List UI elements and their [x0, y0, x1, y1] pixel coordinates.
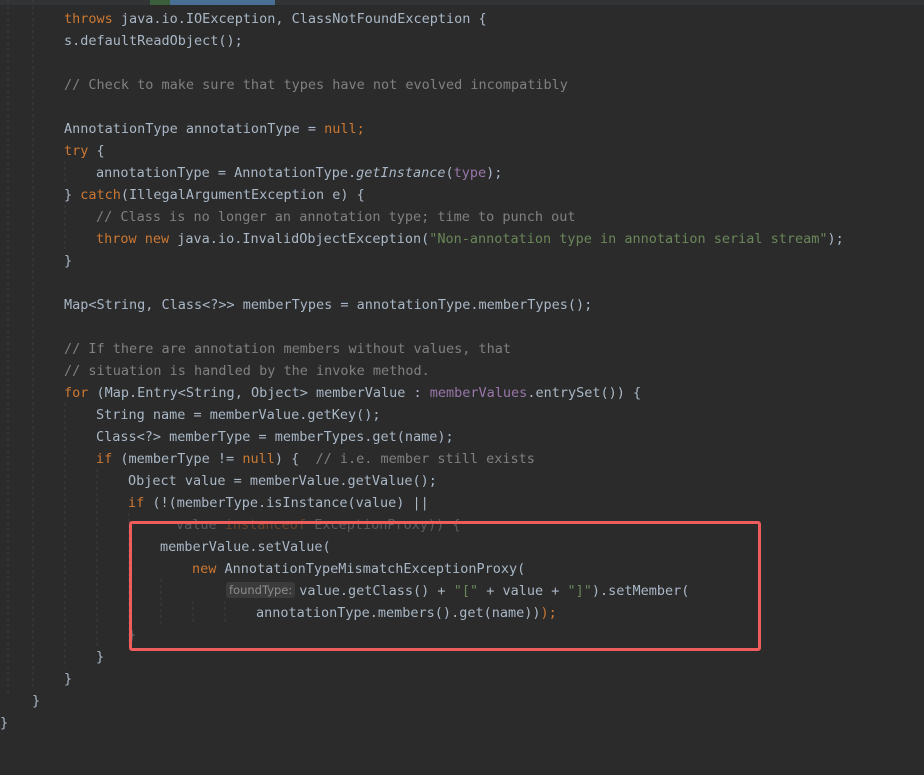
- tab-indicator-green: [150, 0, 172, 5]
- annotation-highlight-box: [129, 521, 761, 651]
- keyword-if: if: [128, 495, 145, 511]
- code-line-get-instance[interactable]: annotationType = AnnotationType.getInsta…: [96, 162, 502, 184]
- code-comment-4[interactable]: // situation is handled by the invoke me…: [64, 360, 430, 382]
- code-text: }: [64, 187, 81, 203]
- code-line-brace-if[interactable]: }: [96, 646, 104, 668]
- string-literal: "Non-annotation type in annotation seria…: [429, 231, 828, 247]
- code-line-2[interactable]: s.defaultReadObject();: [64, 30, 243, 52]
- code-text: );: [827, 231, 844, 247]
- code-line-brace-method[interactable]: }: [32, 690, 40, 712]
- code-text: );: [486, 165, 503, 181]
- code-text: .entrySet()) {: [527, 385, 642, 401]
- editor-tab-strip: [0, 0, 924, 5]
- field-member-values: memberValues: [429, 385, 528, 401]
- keyword-null: null: [242, 451, 275, 467]
- code-text: (IllegalArgumentException e) {: [120, 187, 365, 203]
- code-comment-3[interactable]: // If there are annotation members witho…: [64, 338, 511, 360]
- code-line-try[interactable]: try {: [64, 140, 105, 162]
- keyword-throws: throws: [64, 11, 113, 27]
- code-line-member-types[interactable]: Map<String, Class<?>> memberTypes = anno…: [64, 294, 592, 316]
- keyword-try: try: [64, 143, 89, 159]
- code-line-value[interactable]: Object value = memberValue.getValue();: [128, 470, 437, 492]
- keyword-new: new: [144, 231, 170, 247]
- code-text: }: [96, 649, 105, 665]
- semicolon: ;: [356, 121, 365, 137]
- code-line-for[interactable]: for (Map.Entry<String, Object> memberVal…: [64, 382, 641, 404]
- method-get-instance: getInstance: [356, 165, 446, 181]
- code-text: java.io.IOException, ClassNotFoundExcept…: [112, 11, 487, 27]
- comment-text: // If there are annotation members witho…: [64, 341, 512, 357]
- comment-text: // Class is no longer an annotation type…: [96, 209, 576, 225]
- code-text: }: [32, 693, 41, 709]
- code-text: AnnotationType annotationType =: [64, 121, 325, 137]
- code-text: ) {: [274, 451, 316, 467]
- keyword-for: for: [64, 385, 89, 401]
- comment-text: // Check to make sure that types have no…: [64, 77, 568, 93]
- comment-text: // i.e. member still exists: [315, 451, 535, 467]
- code-text: }: [64, 253, 73, 269]
- code-text: java.io.InvalidObjectException(: [169, 231, 430, 247]
- code-text: String name = memberValue.getKey();: [96, 407, 381, 423]
- code-line-brace-class[interactable]: }: [0, 712, 8, 734]
- keyword-if: if: [96, 451, 113, 467]
- code-text: annotationType = AnnotationType.: [96, 165, 357, 181]
- code-text: Class<?> memberType = memberTypes.get(na…: [96, 429, 454, 445]
- comment-text: // situation is handled by the invoke me…: [64, 363, 430, 379]
- code-text: (!(memberType.isInstance(value) ||: [144, 495, 429, 511]
- code-text: {: [88, 143, 105, 159]
- field-type: type: [453, 165, 487, 181]
- code-text: (Map.Entry<String, Object> memberValue :: [88, 385, 430, 401]
- code-line-name[interactable]: String name = memberValue.getKey();: [96, 404, 380, 426]
- code-line-if-instance[interactable]: if (!(memberType.isInstance(value) ||: [128, 492, 429, 514]
- code-line-catch[interactable]: } catch(IllegalArgumentException e) {: [64, 184, 365, 206]
- code-line-if-null[interactable]: if (memberType != null) { // i.e. member…: [96, 448, 535, 470]
- vertical-scrollbar[interactable]: [916, 5, 924, 775]
- code-line-throw[interactable]: throw new java.io.InvalidObjectException…: [96, 228, 844, 250]
- code-line-brace-for[interactable]: }: [64, 668, 72, 690]
- code-editor[interactable]: throws java.io.IOException, ClassNotFoun…: [0, 0, 924, 775]
- code-comment-2[interactable]: // Class is no longer an annotation type…: [96, 206, 576, 228]
- keyword-throw: throw: [96, 231, 137, 247]
- code-line-1[interactable]: throws java.io.IOException, ClassNotFoun…: [64, 8, 487, 30]
- code-text: }: [64, 671, 73, 687]
- code-text: s.defaultReadObject();: [64, 33, 243, 49]
- code-text: }: [0, 715, 9, 731]
- code-text: Object value = memberValue.getValue();: [128, 473, 437, 489]
- code-text: Map<String, Class<?>> memberTypes = anno…: [64, 297, 593, 313]
- code-text: (: [445, 165, 454, 181]
- code-comment-1[interactable]: // Check to make sure that types have no…: [64, 74, 568, 96]
- tab-indicator-active: [170, 0, 275, 5]
- code-line-annotation-type[interactable]: AnnotationType annotationType = null;: [64, 118, 365, 140]
- keyword-catch: catch: [80, 187, 121, 203]
- keyword-null: null: [324, 121, 357, 137]
- code-line-member-type[interactable]: Class<?> memberType = memberTypes.get(na…: [96, 426, 454, 448]
- code-line-close-brace[interactable]: }: [64, 250, 72, 272]
- code-text: (memberType !=: [112, 451, 243, 467]
